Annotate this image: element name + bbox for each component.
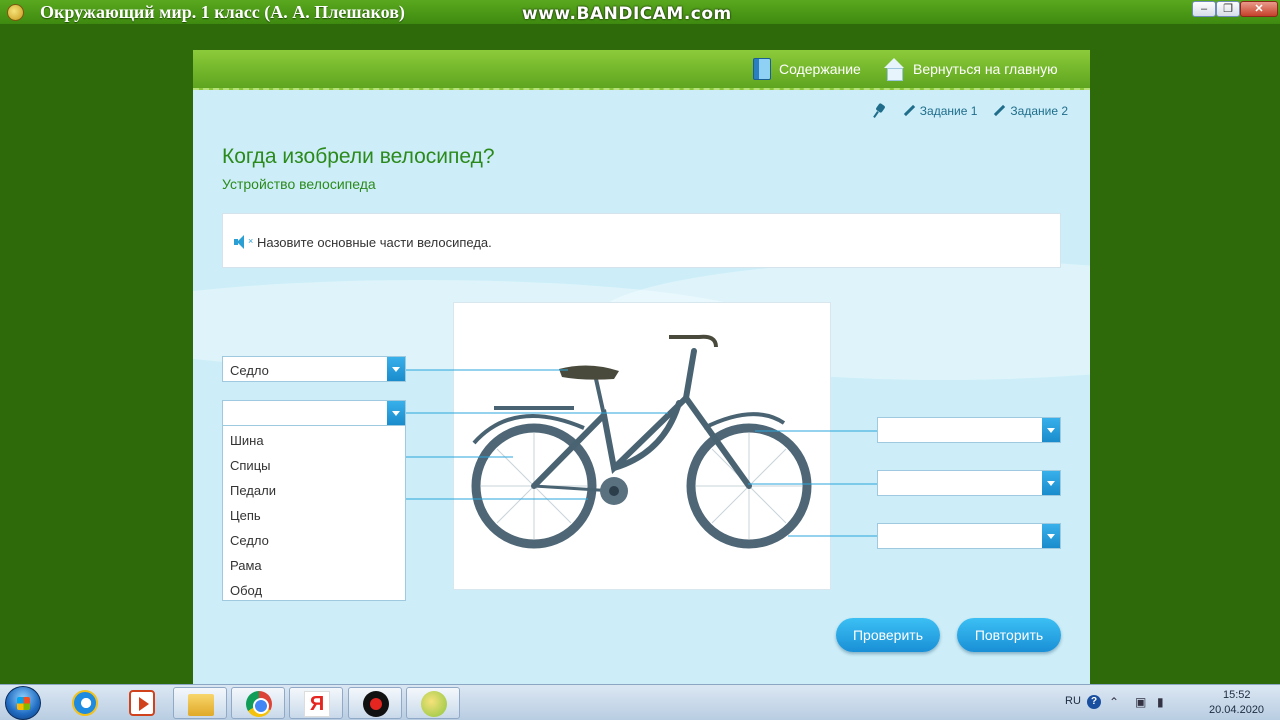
- contents-link[interactable]: Содержание: [753, 58, 861, 80]
- frame-tube: [531, 395, 689, 489]
- home-link[interactable]: Вернуться на главную: [883, 58, 1058, 81]
- repeat-button[interactable]: Повторить: [957, 618, 1061, 652]
- option-item[interactable]: Обод: [230, 583, 262, 598]
- lesson-subtitle: Устройство велосипеда: [222, 176, 376, 192]
- taskbar-lesson-app[interactable]: [406, 687, 460, 719]
- pin-icon[interactable]: [873, 104, 887, 118]
- start-button[interactable]: [5, 686, 41, 720]
- option-item[interactable]: Педали: [230, 483, 276, 498]
- home-icon: [883, 58, 905, 81]
- lesson-app: Содержание Вернуться на главную Задание …: [193, 50, 1090, 701]
- pencil-icon: [993, 105, 1005, 117]
- task-2-link[interactable]: Задание 2: [993, 104, 1068, 118]
- pedal-crank: [609, 486, 619, 496]
- handlebar: [669, 334, 718, 348]
- book-icon: [753, 58, 771, 80]
- taskbar-yandex[interactable]: Я: [289, 687, 343, 719]
- chevron-down-icon[interactable]: [387, 357, 405, 381]
- saddle: [559, 365, 619, 380]
- task-instruction-box: × Назовите основные части велосипеда.: [222, 213, 1061, 268]
- bicycle-illustration: [471, 334, 812, 549]
- usb-device-icon[interactable]: ▣: [1135, 695, 1146, 709]
- option-item[interactable]: Спицы: [230, 458, 270, 473]
- folder-icon: [188, 694, 214, 716]
- stem: [683, 348, 697, 401]
- app-header: Содержание Вернуться на главную: [193, 50, 1090, 90]
- close-button[interactable]: ✕: [1240, 1, 1278, 17]
- task-1-label: Задание 1: [919, 104, 978, 118]
- maximize-button[interactable]: ❐: [1216, 1, 1240, 17]
- bicycle-picture: [453, 302, 831, 590]
- bandicam-watermark: www.BANDICAM.com: [522, 4, 732, 24]
- part-select-value: Седло: [230, 363, 269, 378]
- taskbar-chrome[interactable]: [231, 687, 285, 719]
- help-icon[interactable]: ?: [1087, 695, 1101, 709]
- record-icon: [363, 691, 389, 717]
- option-item[interactable]: Цепь: [230, 508, 261, 523]
- tray-expand-icon[interactable]: ⌃: [1109, 695, 1119, 709]
- clock-time[interactable]: 15:52: [1223, 689, 1251, 701]
- lesson-app-icon: [421, 691, 447, 717]
- language-indicator[interactable]: RU: [1065, 695, 1081, 707]
- home-label: Вернуться на главную: [913, 61, 1058, 77]
- network-icon[interactable]: ▮: [1157, 695, 1164, 709]
- task-nav: Задание 1 Задание 2: [873, 104, 1068, 118]
- taskbar-explorer[interactable]: [173, 687, 227, 719]
- part-select-1[interactable]: Седло: [222, 356, 406, 382]
- yandex-browser-icon: Я: [304, 691, 330, 717]
- taskbar-bandicam[interactable]: [348, 687, 402, 719]
- internet-explorer-icon: [72, 690, 98, 716]
- part-options-list: Шина Спицы Педали Цепь Седло Рама Обод: [222, 425, 406, 601]
- chrome-icon: [246, 691, 272, 717]
- part-select-5[interactable]: [877, 523, 1061, 549]
- check-button[interactable]: Проверить: [836, 618, 940, 652]
- taskbar-media-player[interactable]: [115, 687, 169, 719]
- chevron-down-icon[interactable]: [1042, 524, 1060, 548]
- mute-mark: ×: [248, 236, 254, 246]
- task-1-link[interactable]: Задание 1: [903, 104, 978, 118]
- chevron-down-icon[interactable]: [1042, 418, 1060, 442]
- contents-label: Содержание: [779, 61, 861, 77]
- app-icon: [7, 4, 24, 21]
- lesson-title: Когда изобрели велосипед?: [222, 145, 495, 168]
- window-title-bar: Окружающий мир. 1 класс (А. А. Плешаков)…: [0, 0, 1280, 24]
- option-item[interactable]: Шина: [230, 433, 264, 448]
- taskbar: Я RU ? ⌃ ▣ ▮ 15:52 20.04.2020: [0, 684, 1280, 720]
- part-select-2[interactable]: [222, 400, 406, 426]
- taskbar-ie[interactable]: [58, 687, 112, 719]
- window-frame: Содержание Вернуться на главную Задание …: [0, 24, 1280, 701]
- media-player-icon: [129, 690, 155, 716]
- chevron-down-icon[interactable]: [1042, 471, 1060, 495]
- option-item[interactable]: Рама: [230, 558, 262, 573]
- task-2-label: Задание 2: [1010, 104, 1068, 118]
- task-instruction: Назовите основные части велосипеда.: [257, 235, 492, 250]
- clock-date[interactable]: 20.04.2020: [1209, 704, 1264, 716]
- chevron-down-icon[interactable]: [387, 401, 405, 425]
- part-select-3[interactable]: [877, 417, 1061, 443]
- system-tray: RU ? ⌃ ▣ ▮ 15:52 20.04.2020: [1065, 685, 1280, 720]
- option-item[interactable]: Седло: [230, 533, 269, 548]
- minimize-button[interactable]: –: [1192, 1, 1216, 17]
- pencil-icon: [903, 105, 915, 117]
- window-title: Окружающий мир. 1 класс (А. А. Плешаков): [40, 2, 405, 22]
- part-select-4[interactable]: [877, 470, 1061, 496]
- seat-post: [594, 377, 606, 417]
